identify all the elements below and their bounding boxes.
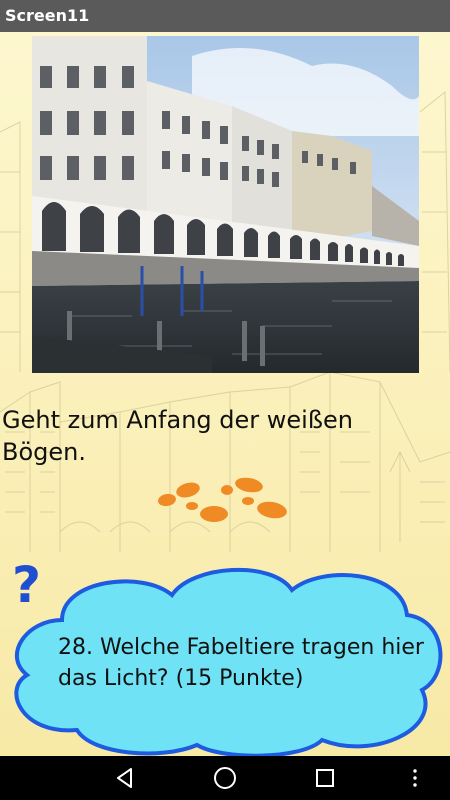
app-title-bar: Screen11 — [0, 0, 450, 32]
recents-button[interactable] — [295, 756, 355, 800]
instruction-text: Geht zum Anfang der weißen Bögen. — [2, 406, 353, 466]
question-mark: ? — [12, 556, 42, 614]
home-button[interactable] — [195, 756, 255, 800]
home-icon — [214, 767, 236, 789]
app-title: Screen11 — [5, 6, 90, 25]
building-photo — [32, 36, 419, 373]
more-button[interactable] — [385, 756, 445, 800]
system-nav-bar — [0, 756, 450, 800]
question-text: 28. Welche Fabeltiere tragen hier das Li… — [58, 635, 424, 691]
recents-icon — [316, 769, 334, 787]
footprints-icon — [158, 477, 287, 522]
back-button[interactable] — [95, 756, 155, 800]
more-icon — [413, 769, 417, 787]
back-icon — [117, 768, 132, 788]
screen-content: Geht zum Anfang der weißen Bögen. ? 28. … — [0, 32, 450, 756]
